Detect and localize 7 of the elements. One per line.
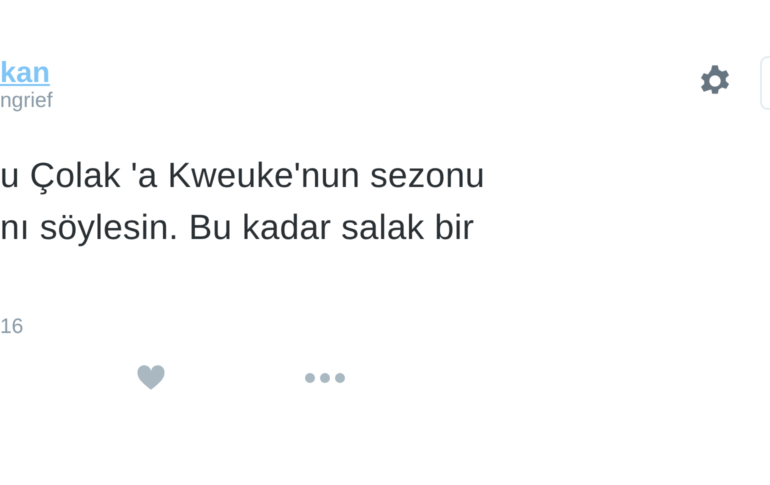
tweet-text: nı söylesin. Bu kadar salak bir: [0, 207, 476, 249]
heart-icon[interactable]: [136, 364, 166, 391]
tweet-date: 16: [0, 314, 24, 340]
more-icon[interactable]: [304, 372, 346, 384]
tweet-text: u Çolak 'a Kweuke'nun sezonu: [0, 155, 486, 197]
author-handle: ngrief: [0, 88, 54, 114]
author-name[interactable]: kan: [0, 56, 50, 90]
